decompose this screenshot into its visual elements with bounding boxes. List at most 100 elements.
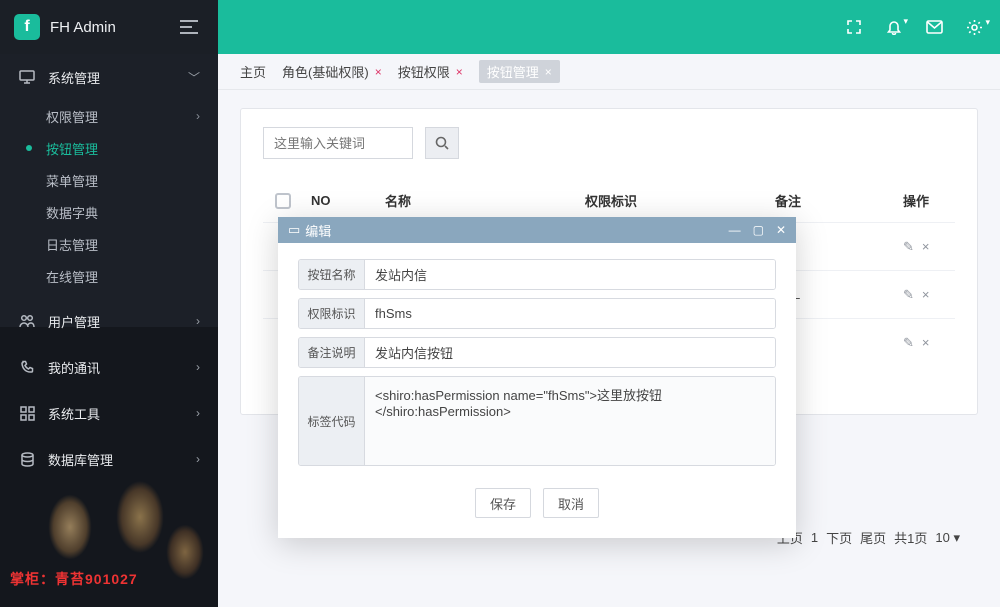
sidebar-item-label: 权限管理	[46, 107, 98, 126]
database-icon	[18, 452, 36, 467]
close-icon[interactable]: ✕	[776, 223, 786, 237]
remark-input[interactable]	[365, 338, 775, 367]
footer-label: 掌柜：	[10, 571, 55, 587]
breadcrumb-buttonmgr[interactable]: 按钮管理 ×	[479, 60, 560, 83]
form-label: 按钮名称	[299, 260, 365, 289]
bell-icon[interactable]: ▾	[884, 17, 904, 37]
form-label: 备注说明	[299, 338, 365, 367]
breadcrumb-label: 按钮权限	[398, 62, 450, 81]
search-input[interactable]	[263, 127, 413, 159]
sidebar-group-label: 数据库管理	[48, 450, 196, 469]
chevron-down-icon: ﹀	[188, 69, 200, 86]
sidebar-item-label: 菜单管理	[46, 171, 98, 190]
minimize-icon[interactable]: —	[729, 223, 741, 237]
delete-icon[interactable]: ×	[922, 335, 930, 351]
checkbox-all[interactable]	[263, 193, 303, 209]
edit-icon[interactable]: ✎	[903, 287, 914, 303]
sidebar-footer: 掌柜：青苔901027	[0, 569, 218, 589]
modal-footer: 保存 取消	[298, 488, 776, 518]
row-actions: ✎×	[895, 335, 955, 351]
edit-icon[interactable]: ✎	[903, 239, 914, 255]
close-icon[interactable]: ×	[545, 65, 552, 79]
mail-icon[interactable]	[924, 17, 944, 37]
sidebar-group-label: 系统工具	[48, 404, 196, 423]
sidebar-item-label: 日志管理	[46, 235, 98, 254]
breadcrumb-label: 按钮管理	[487, 62, 539, 81]
sidebar-group-users[interactable]: 用户管理 ›	[0, 298, 218, 344]
breadcrumb-roles[interactable]: 角色(基础权限) ×	[282, 62, 382, 81]
breadcrumb-home[interactable]: 主页	[240, 62, 266, 81]
chevron-right-icon: ›	[196, 109, 200, 123]
sidebar-item-label: 数据字典	[46, 203, 98, 222]
sidebar-group-tools[interactable]: 系统工具 ›	[0, 390, 218, 436]
pager-total: 共1页	[894, 528, 927, 547]
form-row-code: 标签代码 <shiro:hasPermission name="fhSms">这…	[298, 376, 776, 466]
delete-icon[interactable]: ×	[922, 287, 930, 303]
breadcrumb-buttonperm[interactable]: 按钮权限 ×	[398, 62, 463, 81]
sidebar-item-buttons[interactable]: 按钮管理	[0, 132, 218, 164]
edit-modal: ▭ 编辑 — ▢ ✕ 按钮名称 权限标识 备注说明 标签代码 <shiro:ha…	[278, 217, 796, 538]
sidebar-item-logs[interactable]: 日志管理	[0, 228, 218, 260]
pager-size[interactable]: 10 ▾	[935, 530, 960, 546]
row-actions: ✎×	[895, 287, 955, 303]
form-row-remark: 备注说明	[298, 337, 776, 368]
footer-value: 青苔901027	[55, 571, 138, 587]
pager-next[interactable]: 下页	[826, 528, 852, 547]
pager-last[interactable]: 尾页	[860, 528, 886, 547]
sidebar-group-label: 系统管理	[48, 68, 188, 87]
code-textarea[interactable]: <shiro:hasPermission name="fhSms">这里放按钮<…	[365, 377, 775, 465]
window-icon: ▭	[288, 222, 300, 238]
sidebar-group-system[interactable]: 系统管理 ﹀	[0, 54, 218, 100]
chevron-right-icon: ›	[196, 406, 200, 420]
search-row	[263, 127, 955, 159]
modal-title: 编辑	[305, 221, 331, 240]
form-row-perm: 权限标识	[298, 298, 776, 329]
save-button[interactable]: 保存	[475, 488, 531, 518]
modal-body: 按钮名称 权限标识 备注说明 标签代码 <shiro:hasPermission…	[278, 243, 796, 538]
grid-icon	[18, 406, 36, 421]
perm-input[interactable]	[365, 299, 775, 328]
breadcrumb-label: 主页	[240, 62, 266, 81]
form-label: 标签代码	[299, 377, 365, 465]
sidebar-sublist-system: 权限管理 › 按钮管理 菜单管理 数据字典 日志管理 在线管理	[0, 100, 218, 298]
sidebar-group-label: 用户管理	[48, 312, 196, 331]
sidebar-item-online[interactable]: 在线管理	[0, 260, 218, 292]
row-actions: ✎×	[895, 239, 955, 255]
sidebar-group-comm[interactable]: 我的通讯 ›	[0, 344, 218, 390]
sidebar-header: f FH Admin	[0, 0, 218, 54]
edit-icon[interactable]: ✎	[903, 335, 914, 351]
app-logo-icon: f	[14, 14, 40, 40]
sidebar-item-menus[interactable]: 菜单管理	[0, 164, 218, 196]
form-label: 权限标识	[299, 299, 365, 328]
sidebar-item-dict[interactable]: 数据字典	[0, 196, 218, 228]
gear-icon[interactable]: ▾	[964, 17, 984, 37]
pagination: 上页 1 下页 尾页 共1页 10 ▾	[777, 528, 960, 547]
topbar: ▾ ▾	[218, 0, 1000, 54]
sidebar-collapse-icon[interactable]	[180, 15, 204, 39]
cancel-button[interactable]: 取消	[543, 488, 599, 518]
search-icon	[435, 136, 449, 150]
close-icon[interactable]: ×	[456, 65, 463, 79]
form-row-name: 按钮名称	[298, 259, 776, 290]
breadcrumb: 主页 角色(基础权限) × 按钮权限 × 按钮管理 ×	[218, 54, 1000, 90]
sidebar: f FH Admin 系统管理 ﹀ 权限管理 › 按钮管理 菜单管理 数据字典 日…	[0, 0, 218, 607]
chevron-right-icon: ›	[196, 314, 200, 328]
sidebar-item-label: 在线管理	[46, 267, 98, 286]
close-icon[interactable]: ×	[375, 65, 382, 79]
modal-titlebar[interactable]: ▭ 编辑 — ▢ ✕	[278, 217, 796, 243]
col-perm: 权限标识	[577, 191, 767, 210]
sidebar-group-db[interactable]: 数据库管理 ›	[0, 436, 218, 482]
maximize-icon[interactable]: ▢	[753, 223, 764, 237]
chevron-right-icon: ›	[196, 360, 200, 374]
name-input[interactable]	[365, 260, 775, 289]
fullscreen-icon[interactable]	[844, 17, 864, 37]
search-button[interactable]	[425, 127, 459, 159]
chevron-right-icon: ›	[196, 452, 200, 466]
col-name: 名称	[377, 191, 577, 210]
phone-icon	[18, 360, 36, 375]
breadcrumb-label: 角色(基础权限)	[282, 62, 369, 81]
sidebar-item-label: 按钮管理	[46, 139, 98, 158]
monitor-icon	[18, 70, 36, 84]
delete-icon[interactable]: ×	[922, 239, 930, 255]
sidebar-item-permissions[interactable]: 权限管理 ›	[0, 100, 218, 132]
